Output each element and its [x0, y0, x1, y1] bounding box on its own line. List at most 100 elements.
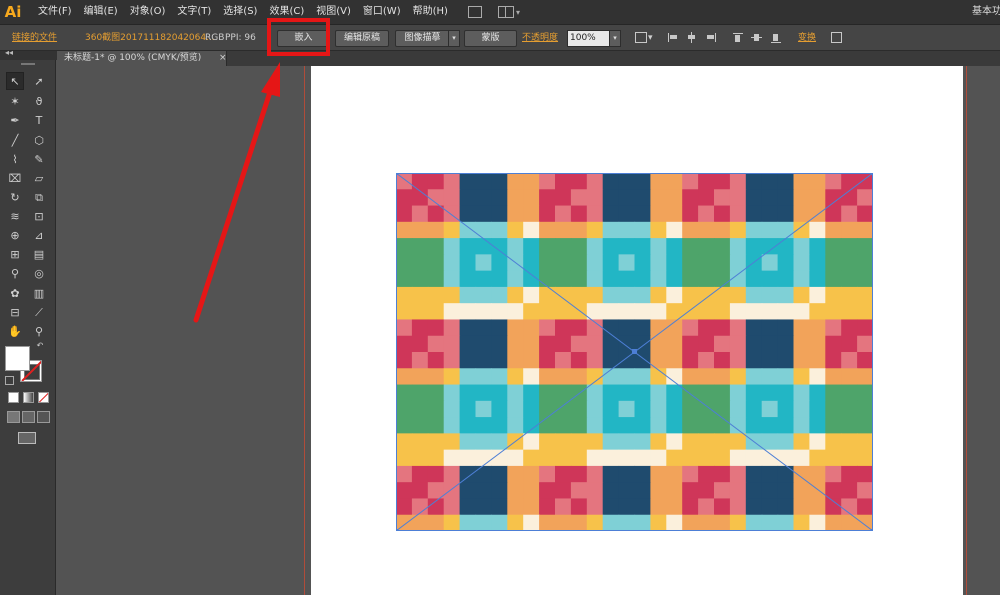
menu-help[interactable]: 帮助(H) — [407, 0, 454, 24]
pencil-tool-icon[interactable]: ✎ — [30, 150, 48, 168]
pattern-cell — [443, 514, 461, 531]
close-icon[interactable]: × — [219, 51, 227, 66]
menu-edit[interactable]: 编辑(E) — [78, 0, 124, 24]
color-mode-icon[interactable] — [8, 392, 19, 403]
pattern-cell — [602, 173, 620, 190]
menu-type[interactable]: 文字(T) — [171, 0, 217, 24]
linked-file-link[interactable]: 链接的文件 — [12, 25, 57, 51]
anchor-handle[interactable] — [396, 173, 398, 175]
arrange-documents-icon[interactable] — [497, 6, 514, 18]
opacity-field[interactable]: 100% — [567, 30, 613, 47]
eraser-tool-icon[interactable]: ▱ — [30, 169, 48, 187]
placed-image[interactable] — [396, 173, 873, 531]
document-tab[interactable]: 未标题-1* @ 100% (CMYK/预览) × — [57, 51, 227, 66]
align-middle-icon[interactable] — [751, 32, 763, 43]
paintbrush-tool-icon[interactable]: ⌇ — [6, 150, 24, 168]
gradient-tool-icon[interactable]: ▤ — [30, 245, 48, 263]
edit-original-button[interactable]: 编辑原稿 — [335, 30, 389, 47]
rotate-tool-icon[interactable]: ↻ — [6, 188, 24, 206]
align-top-icon[interactable] — [732, 32, 744, 43]
gradient-mode-icon[interactable] — [23, 392, 34, 403]
menu-select[interactable]: 选择(S) — [217, 0, 263, 24]
menu-file[interactable]: 文件(F) — [32, 0, 78, 24]
image-trace-dropdown-icon[interactable]: ▾ — [448, 30, 460, 47]
pattern-cell — [570, 173, 588, 190]
pattern-cell — [459, 417, 477, 434]
toolbar-header[interactable]: ◂◂ — [0, 48, 57, 60]
blob-brush-tool-icon[interactable]: ⌧ — [6, 169, 24, 187]
menu-window[interactable]: 窗口(W) — [357, 0, 407, 24]
mesh-tool-icon[interactable]: ⊞ — [6, 245, 24, 263]
recolor-icon[interactable] — [635, 32, 647, 43]
magic-wand-tool-icon[interactable]: ✶ — [6, 92, 24, 110]
pattern-cell — [507, 514, 524, 531]
panel-grip[interactable] — [21, 63, 35, 65]
lasso-tool-icon[interactable]: ϑ — [30, 92, 48, 110]
draw-behind-icon[interactable] — [22, 411, 35, 423]
opacity-dropdown-icon[interactable]: ▾ — [609, 30, 621, 47]
image-trace-button[interactable]: 图像描摹 — [395, 30, 450, 47]
pattern-cell — [841, 205, 858, 223]
pattern-cell — [459, 335, 477, 353]
anchor-handle[interactable] — [871, 529, 873, 531]
width-tool-icon[interactable]: ≋ — [6, 207, 24, 225]
pattern-cell — [857, 286, 873, 304]
symbol-sprayer-tool-icon[interactable]: ✿ — [6, 284, 24, 302]
none-mode-icon[interactable] — [38, 392, 49, 403]
pattern-cell — [825, 417, 842, 434]
align-center-icon[interactable] — [686, 32, 698, 43]
eyedropper-tool-icon[interactable]: ⚲ — [6, 264, 24, 282]
collapse-icon[interactable]: ◂◂ — [5, 48, 13, 57]
swap-colors-icon[interactable]: ↶ — [35, 341, 45, 351]
chevron-down-icon[interactable]: ▾ — [648, 25, 653, 51]
graph-tool-icon[interactable]: ▥ — [30, 284, 48, 302]
shape-tool-icon[interactable]: ⬡ — [30, 131, 48, 149]
align-right-icon[interactable] — [705, 32, 717, 43]
pattern-cell — [857, 335, 873, 353]
pattern-cell — [714, 465, 731, 483]
artboard-tool-icon[interactable]: ⊟ — [6, 303, 24, 321]
pattern-cell — [396, 189, 413, 207]
align-bottom-icon[interactable] — [770, 32, 782, 43]
pattern-cell — [777, 189, 795, 207]
draw-inside-icon[interactable] — [37, 411, 50, 423]
pattern-cell — [714, 368, 731, 386]
perspective-grid-tool-icon[interactable]: ⊿ — [30, 226, 48, 244]
fill-swatch[interactable] — [5, 346, 30, 371]
opacity-label[interactable]: 不透明度 — [522, 25, 558, 51]
pattern-cell — [698, 433, 715, 451]
direct-selection-tool-icon[interactable]: ➚ — [30, 72, 48, 90]
default-colors-icon[interactable] — [5, 376, 14, 385]
blend-tool-icon[interactable]: ◎ — [30, 264, 48, 282]
selection-tool-icon[interactable]: ↖ — [6, 72, 24, 90]
line-tool-icon[interactable]: ╱ — [6, 131, 24, 149]
pattern-cell — [777, 498, 795, 516]
hand-tool-icon[interactable]: ✋ — [6, 322, 24, 340]
pen-tool-icon[interactable]: ✒ — [6, 111, 24, 129]
free-transform-tool-icon[interactable]: ⊡ — [30, 207, 48, 225]
anchor-handle[interactable] — [871, 173, 873, 175]
type-tool-icon[interactable]: T — [30, 111, 48, 129]
pattern-cell — [443, 254, 461, 272]
draw-normal-icon[interactable] — [7, 411, 20, 423]
anchor-handle[interactable] — [396, 529, 398, 531]
pattern-cell — [396, 303, 413, 321]
bridge-icon[interactable] — [467, 6, 482, 18]
linked-filename[interactable]: 360截图2017111820420​64... — [85, 25, 215, 51]
shape-builder-tool-icon[interactable]: ⊕ — [6, 226, 24, 244]
pattern-cell — [634, 173, 651, 190]
pattern-cell — [714, 205, 731, 223]
transform-link[interactable]: 变换 — [798, 25, 816, 51]
scale-tool-icon[interactable]: ⧉ — [30, 188, 48, 206]
menu-object[interactable]: 对象(O) — [124, 0, 172, 24]
slice-tool-icon[interactable]: ⟋ — [30, 303, 48, 321]
screen-mode-icon[interactable] — [18, 432, 36, 444]
align-left-icon[interactable] — [667, 32, 679, 43]
chevron-down-icon[interactable]: ▾ — [516, 8, 520, 17]
bounding-box-icon[interactable] — [831, 32, 842, 43]
pattern-cell — [809, 368, 826, 386]
workspace-switcher[interactable]: 基本功 — [972, 0, 1000, 24]
pattern-cell — [634, 221, 651, 239]
mask-button[interactable]: 蒙版 — [464, 30, 517, 47]
zoom-tool-icon[interactable]: ⚲ — [30, 322, 48, 340]
